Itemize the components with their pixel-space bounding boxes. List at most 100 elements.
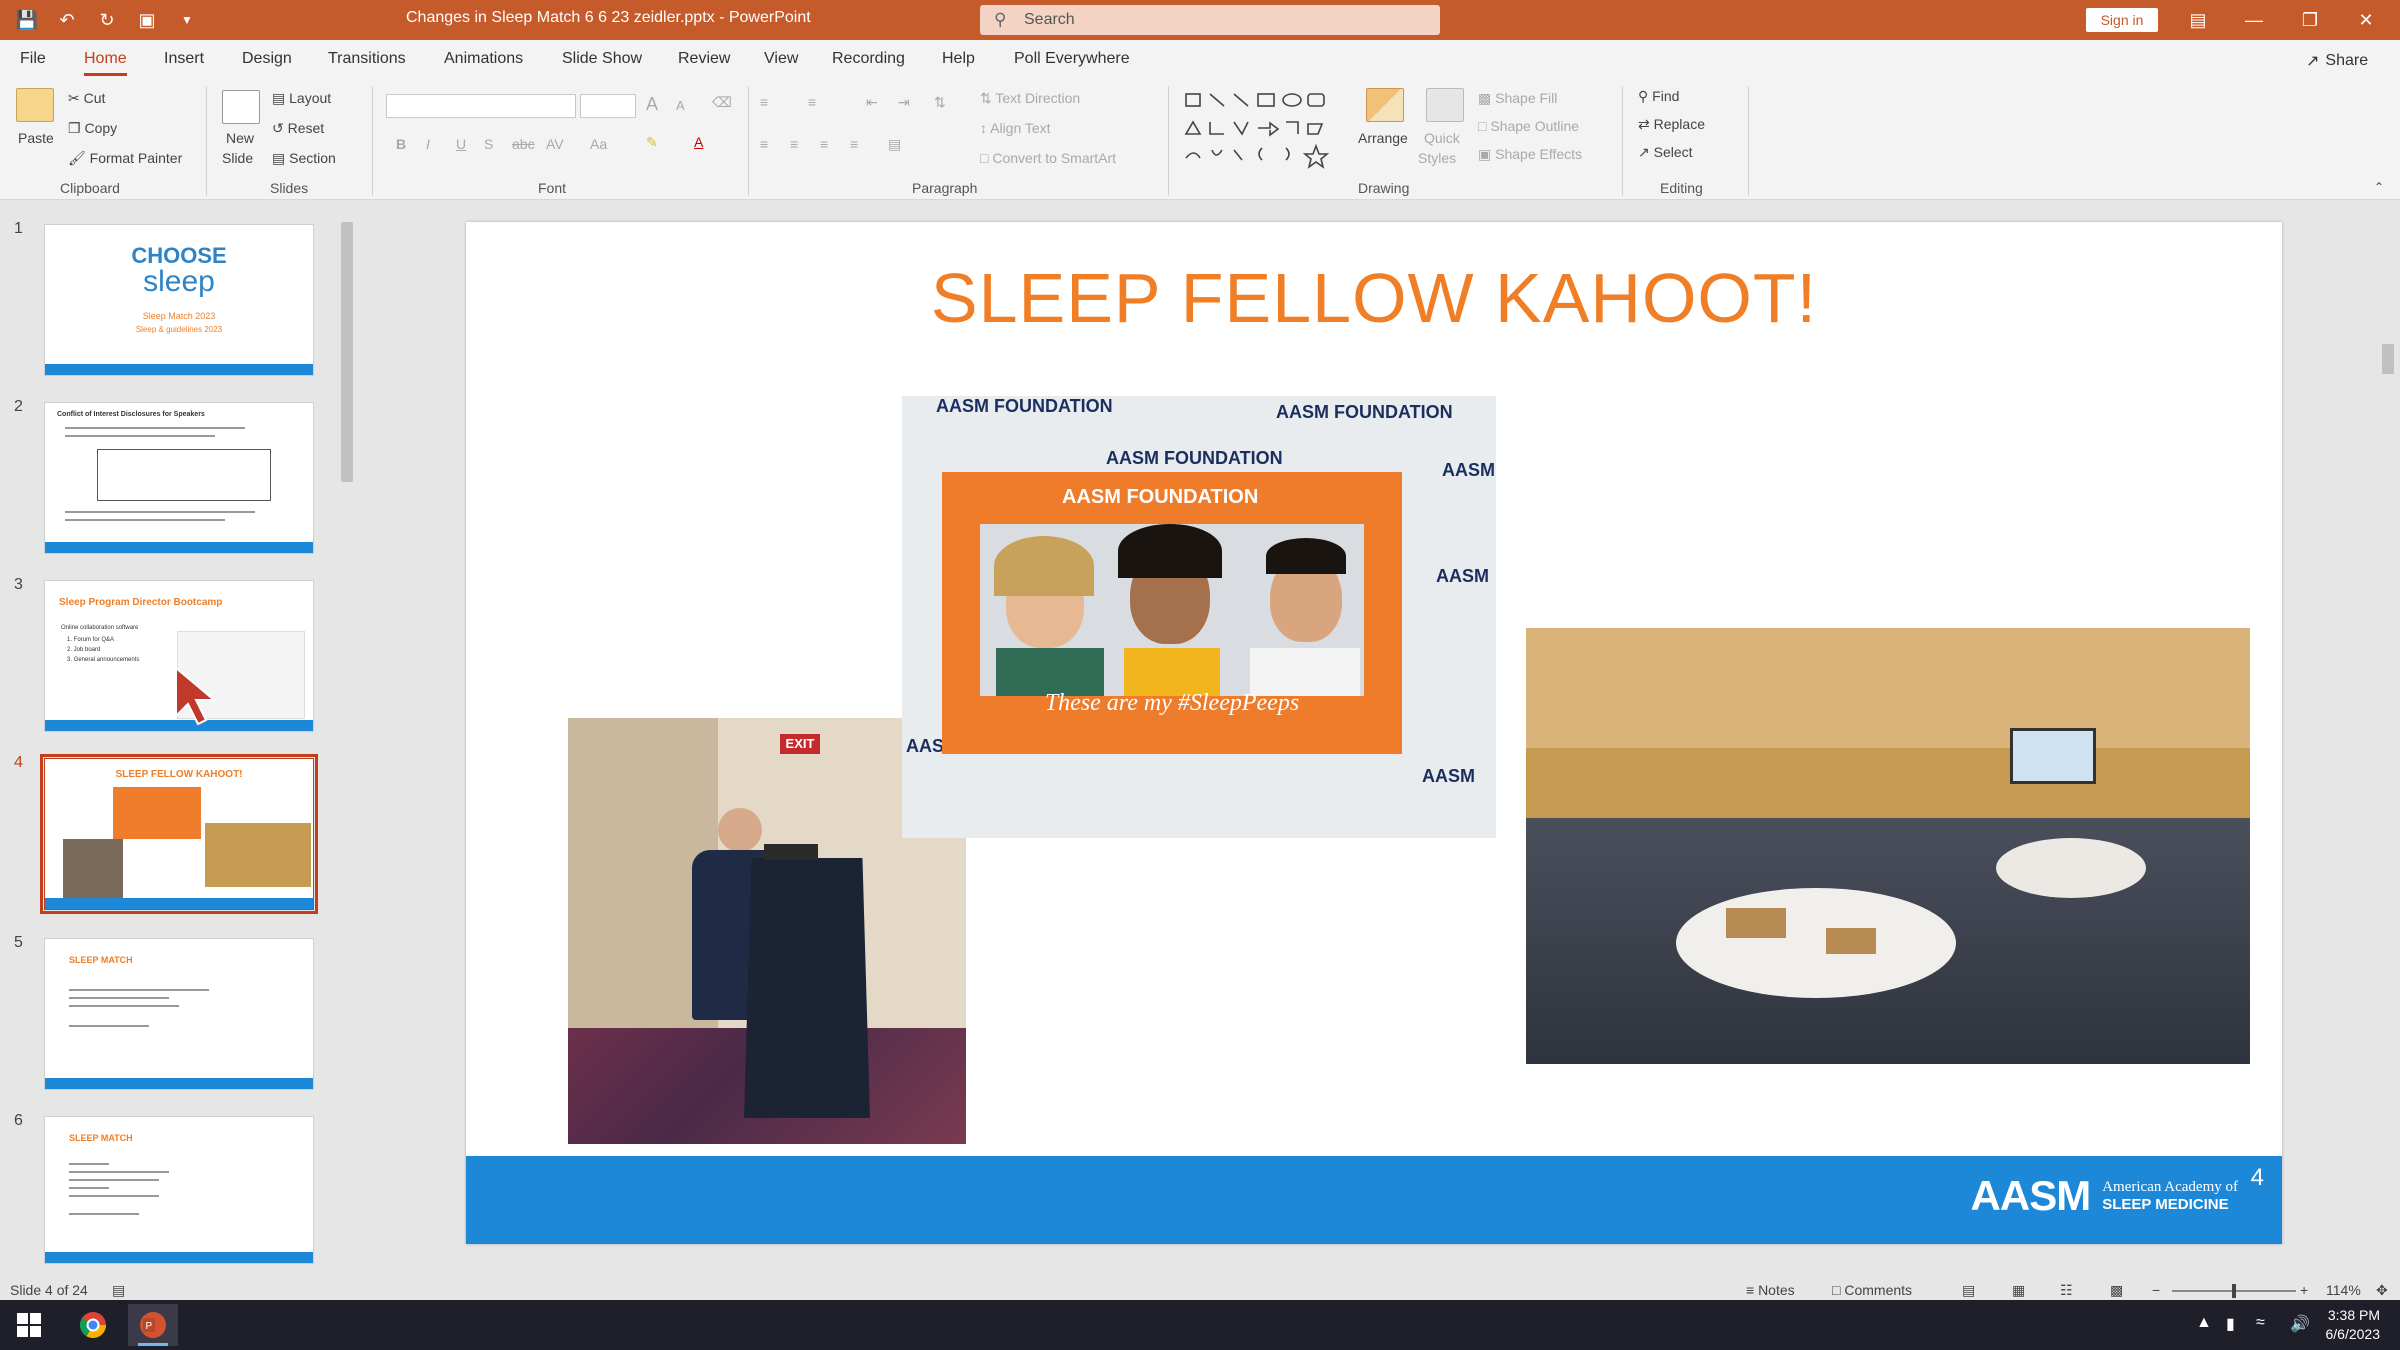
cut-button[interactable]: ✂ Cut: [68, 90, 105, 107]
slide-thumbnail-6[interactable]: SLEEP MATCH: [44, 1116, 314, 1264]
close-icon[interactable]: ✕: [2338, 0, 2394, 40]
quick-styles-icon[interactable]: [1426, 88, 1464, 122]
reading-view-icon[interactable]: ☷: [2060, 1282, 2073, 1299]
tab-file[interactable]: File: [20, 50, 46, 68]
justify-icon[interactable]: ≡: [850, 136, 858, 152]
bullets-icon[interactable]: ≡: [760, 94, 768, 110]
arrange-label[interactable]: Arrange: [1358, 130, 1408, 146]
strikethrough-button[interactable]: abc: [512, 136, 535, 152]
slide-canvas[interactable]: SLEEP FELLOW KAHOOT! EXIT AASM FOUNDATIO…: [466, 222, 2282, 1244]
tab-slide-show[interactable]: Slide Show: [562, 50, 642, 68]
photo-sleep-peeps-frame[interactable]: AASM FOUNDATION AASM FOUNDATION AASM FOU…: [902, 396, 1496, 838]
shape-fill-button[interactable]: ▩ Shape Fill: [1478, 90, 1557, 107]
replace-button[interactable]: ⇄ Replace: [1638, 116, 1705, 133]
font-color-icon[interactable]: A: [694, 134, 703, 150]
text-direction-button[interactable]: ⇅ Text Direction: [980, 90, 1080, 107]
redo-icon[interactable]: ↻: [94, 7, 120, 33]
slide-title[interactable]: SLEEP FELLOW KAHOOT!: [466, 258, 2282, 338]
present-icon[interactable]: ▣: [134, 7, 160, 33]
format-painter-button[interactable]: 🖌 Format Painter: [68, 150, 182, 167]
zoom-slider[interactable]: [2172, 1284, 2296, 1298]
font-size-box[interactable]: [580, 94, 636, 118]
shapes-gallery[interactable]: [1182, 88, 1350, 174]
select-button[interactable]: ↗ Select: [1638, 144, 1693, 161]
shape-outline-button[interactable]: □ Shape Outline: [1478, 118, 1579, 134]
italic-button[interactable]: I: [426, 136, 430, 152]
powerpoint-taskbar-button[interactable]: P: [128, 1304, 178, 1346]
quick-styles-label-1[interactable]: Quick: [1424, 130, 1460, 146]
shadow-button[interactable]: S: [484, 136, 493, 152]
tab-view[interactable]: View: [764, 50, 798, 68]
ribbon-display-icon[interactable]: ▤: [2170, 0, 2226, 40]
align-text-button[interactable]: ↕ Align Text: [980, 120, 1051, 136]
tab-insert[interactable]: Insert: [164, 50, 204, 68]
font-name-box[interactable]: [386, 94, 576, 118]
line-spacing-icon[interactable]: ⇅: [934, 94, 946, 111]
increase-indent-icon[interactable]: ⇥: [898, 94, 910, 111]
columns-icon[interactable]: ▤: [888, 136, 901, 153]
change-case-button[interactable]: Aa: [590, 136, 607, 152]
shape-effects-button[interactable]: ▣ Shape Effects: [1478, 146, 1582, 163]
zoom-in-icon[interactable]: +: [2300, 1282, 2308, 1298]
search-box[interactable]: ⚲ Search: [980, 5, 1440, 35]
normal-view-icon[interactable]: ▤: [1962, 1282, 1975, 1299]
system-clock[interactable]: 3:38 PM 6/6/2023: [2326, 1306, 2381, 1344]
new-slide-label-1[interactable]: New: [226, 130, 254, 146]
zoom-level[interactable]: 114%: [2326, 1282, 2361, 1298]
layout-button[interactable]: ▤ Layout: [272, 90, 331, 107]
accessibility-icon[interactable]: ▤: [112, 1282, 125, 1299]
battery-icon[interactable]: ▮: [2226, 1314, 2235, 1334]
slide-thumbnail-5[interactable]: SLEEP MATCH: [44, 938, 314, 1090]
zoom-slider-handle[interactable]: [2232, 1284, 2236, 1298]
new-slide-label-2[interactable]: Slide: [222, 150, 253, 166]
minimize-icon[interactable]: —: [2226, 0, 2282, 40]
tab-transitions[interactable]: Transitions: [328, 50, 406, 68]
convert-smartart-button[interactable]: □ Convert to SmartArt: [980, 150, 1116, 166]
tab-review[interactable]: Review: [678, 50, 730, 68]
volume-icon[interactable]: 🔊: [2290, 1314, 2310, 1334]
tab-animations[interactable]: Animations: [444, 50, 523, 68]
slide-scrollbar[interactable]: [2380, 204, 2396, 1240]
highlight-color-icon[interactable]: ✎: [646, 134, 658, 151]
zoom-out-icon[interactable]: −: [2152, 1282, 2160, 1298]
chrome-icon[interactable]: [78, 1310, 108, 1340]
comments-button[interactable]: □ Comments: [1832, 1282, 1912, 1298]
underline-button[interactable]: U: [456, 136, 466, 152]
notes-button[interactable]: ≡ Notes: [1746, 1282, 1795, 1298]
slide-show-icon[interactable]: ▩: [2110, 1282, 2123, 1299]
grow-font-button[interactable]: A: [646, 94, 658, 115]
paste-label[interactable]: Paste: [18, 130, 54, 146]
slide-thumbnail-2[interactable]: Conflict of Interest Disclosures for Spe…: [44, 402, 314, 554]
reset-button[interactable]: ↺ Reset: [272, 120, 324, 137]
copy-button[interactable]: ❐ Copy: [68, 120, 117, 137]
bold-button[interactable]: B: [396, 136, 406, 152]
paste-icon[interactable]: [16, 88, 54, 122]
thumbnail-scrollbar[interactable]: [338, 204, 356, 1274]
restore-icon[interactable]: ❐: [2282, 0, 2338, 40]
slide-thumbnail-1[interactable]: CHOOSE sleep Sleep Match 2023 Sleep & gu…: [44, 224, 314, 376]
clear-format-icon[interactable]: ⌫: [712, 94, 732, 111]
find-button[interactable]: ⚲ Find: [1638, 88, 1679, 105]
section-button[interactable]: ▤ Section: [272, 150, 336, 167]
wifi-icon[interactable]: ≈: [2256, 1314, 2265, 1332]
tab-recording[interactable]: Recording: [832, 50, 905, 68]
tab-help[interactable]: Help: [942, 50, 975, 68]
align-right-icon[interactable]: ≡: [820, 136, 828, 152]
save-icon[interactable]: 💾: [14, 7, 40, 33]
new-slide-icon[interactable]: [222, 90, 260, 124]
customize-qat-icon[interactable]: ▼: [174, 7, 200, 33]
numbering-icon[interactable]: ≡: [808, 94, 816, 110]
fit-slide-icon[interactable]: ✥: [2376, 1282, 2388, 1299]
arrange-icon[interactable]: [1366, 88, 1404, 122]
slide-thumbnail-4[interactable]: SLEEP FELLOW KAHOOT!: [40, 754, 318, 914]
collapse-ribbon-icon[interactable]: ⌃: [2374, 180, 2384, 194]
character-spacing-button[interactable]: AV: [546, 136, 564, 152]
share-button[interactable]: ↗ Share: [2306, 48, 2376, 74]
scrollbar-thumb[interactable]: [341, 222, 353, 482]
scrollbar-thumb[interactable]: [2382, 344, 2394, 374]
network-icon[interactable]: ▲: [2196, 1314, 2212, 1332]
tab-home[interactable]: Home: [84, 50, 127, 76]
undo-icon[interactable]: ↶: [54, 7, 80, 33]
sign-in-button[interactable]: Sign in: [2086, 8, 2158, 32]
tab-design[interactable]: Design: [242, 50, 292, 68]
